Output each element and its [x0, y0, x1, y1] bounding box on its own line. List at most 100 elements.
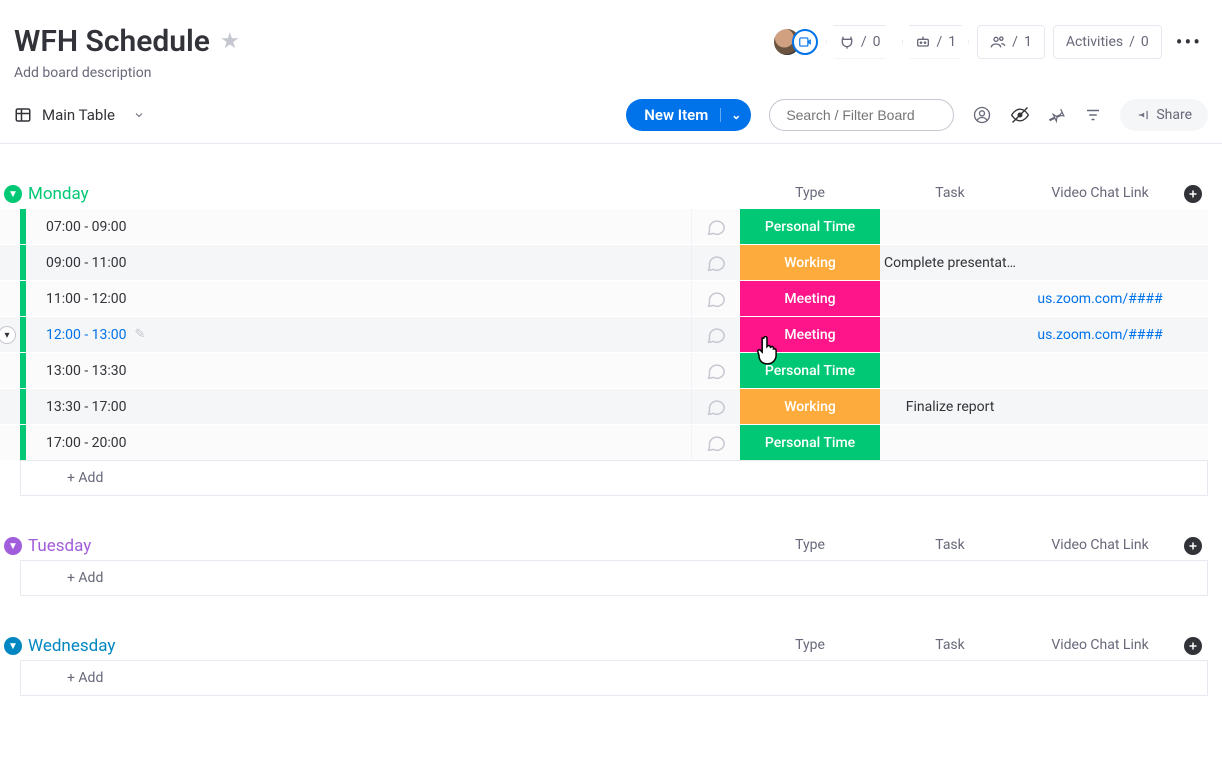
task-cell[interactable]: Finalize report	[880, 389, 1020, 424]
type-cell[interactable]: Meeting	[740, 317, 880, 352]
star-icon[interactable]: ★	[220, 29, 240, 54]
activities-count: 0	[1141, 34, 1149, 50]
add-row[interactable]: + Add	[20, 460, 1208, 496]
add-column-button[interactable]	[1184, 637, 1202, 655]
table-row[interactable]: 17:00 - 20:00 Personal Time	[0, 424, 1208, 460]
collapse-icon[interactable]: ▼	[4, 637, 22, 655]
row-name[interactable]: 13:30 - 17:00	[26, 389, 692, 424]
table-row[interactable]: ▾12:00 - 13:00 ✎Meetingus.zoom.com/####	[0, 316, 1208, 352]
chat-icon[interactable]	[692, 389, 740, 424]
row-name[interactable]: 07:00 - 09:00	[26, 209, 692, 244]
chat-icon[interactable]	[692, 245, 740, 280]
add-column-button[interactable]	[1184, 185, 1202, 203]
group-title[interactable]: Tuesday	[28, 536, 91, 556]
collapse-icon[interactable]: ▼	[4, 537, 22, 555]
col-header-task[interactable]: Task	[880, 637, 1020, 655]
collapse-icon[interactable]: ▼	[4, 185, 22, 203]
members-pill[interactable]: / 1	[977, 25, 1045, 59]
link-cell[interactable]	[1020, 209, 1180, 244]
new-item-button[interactable]: New Item ⌄	[626, 99, 751, 131]
chat-icon[interactable]	[692, 425, 740, 460]
table-row[interactable]: 11:00 - 12:00 Meeting us.zoom.com/####	[0, 280, 1208, 316]
add-column-button[interactable]	[1184, 537, 1202, 555]
task-cell[interactable]	[880, 209, 1020, 244]
people-icon	[990, 34, 1006, 50]
row-name[interactable]: 13:00 - 13:30	[26, 353, 692, 388]
col-header-link[interactable]: Video Chat Link	[1020, 537, 1180, 555]
integrations-sep: /	[937, 34, 943, 50]
pin-icon[interactable]	[1048, 106, 1066, 124]
row-name[interactable]: 12:00 - 13:00 ✎	[26, 317, 692, 352]
type-cell[interactable]: Working	[740, 389, 880, 424]
more-menu-icon[interactable]: •••	[1170, 30, 1208, 54]
integrations-count: 1	[948, 34, 956, 50]
row-end	[1180, 353, 1208, 388]
col-header-type[interactable]: Type	[740, 537, 880, 555]
task-cell[interactable]	[880, 281, 1020, 316]
filter-icon[interactable]	[1084, 106, 1102, 124]
row-name[interactable]: 09:00 - 11:00	[26, 245, 692, 280]
task-cell[interactable]	[880, 425, 1020, 460]
chat-icon[interactable]	[692, 353, 740, 388]
members-count: 1	[1024, 34, 1032, 50]
row-end	[1180, 245, 1208, 280]
link-cell[interactable]: us.zoom.com/####	[1020, 281, 1180, 316]
link-cell[interactable]	[1020, 389, 1180, 424]
table-row[interactable]: 13:30 - 17:00 WorkingFinalize report	[0, 388, 1208, 424]
row-end	[1180, 281, 1208, 316]
type-cell[interactable]: Personal Time	[740, 209, 880, 244]
table-row[interactable]: 13:00 - 13:30 Personal Time	[0, 352, 1208, 388]
add-row[interactable]: + Add	[20, 560, 1208, 596]
col-header-task[interactable]: Task	[880, 185, 1020, 203]
row-name[interactable]: 11:00 - 12:00	[26, 281, 692, 316]
row-gutter	[0, 425, 20, 460]
hide-icon[interactable]	[1010, 105, 1030, 125]
col-header-link[interactable]: Video Chat Link	[1020, 637, 1180, 655]
integrations-pill[interactable]: / 1	[902, 25, 970, 59]
automations-sep: /	[861, 34, 867, 50]
column-headers: TypeTaskVideo Chat Link	[740, 185, 1208, 203]
task-cell[interactable]: Complete presentat…	[880, 245, 1020, 280]
chat-icon[interactable]	[692, 281, 740, 316]
table-row[interactable]: 07:00 - 09:00 Personal Time	[0, 208, 1208, 244]
row-end	[1180, 389, 1208, 424]
chat-icon[interactable]	[692, 317, 740, 352]
person-filter-icon[interactable]	[972, 105, 992, 125]
activities-pill[interactable]: Activities / 0	[1053, 25, 1162, 59]
col-header-type[interactable]: Type	[740, 637, 880, 655]
row-name[interactable]: 17:00 - 20:00	[26, 425, 692, 460]
type-cell[interactable]: Meeting	[740, 281, 880, 316]
col-header-link[interactable]: Video Chat Link	[1020, 185, 1180, 203]
table-row[interactable]: 09:00 - 11:00 WorkingComplete presentat…	[0, 244, 1208, 280]
search-input-wrap[interactable]	[769, 99, 954, 131]
link-cell[interactable]: us.zoom.com/####	[1020, 317, 1180, 352]
type-cell[interactable]: Personal Time	[740, 425, 880, 460]
link-cell[interactable]	[1020, 245, 1180, 280]
row-gutter	[0, 281, 20, 316]
pencil-icon[interactable]: ✎	[135, 327, 146, 342]
col-header-type[interactable]: Type	[740, 185, 880, 203]
board-description[interactable]: Add board description	[14, 65, 1208, 81]
type-cell[interactable]: Working	[740, 245, 880, 280]
automations-count: 0	[873, 34, 881, 50]
type-cell[interactable]: Personal Time	[740, 353, 880, 388]
group-title[interactable]: Monday	[28, 184, 89, 204]
col-header-task[interactable]: Task	[880, 537, 1020, 555]
board-owner[interactable]	[772, 27, 818, 57]
board-title[interactable]: WFH Schedule	[14, 24, 210, 59]
group-title[interactable]: Wednesday	[28, 636, 115, 656]
add-row[interactable]: + Add	[20, 660, 1208, 696]
task-cell[interactable]	[880, 317, 1020, 352]
new-item-caret-icon[interactable]: ⌄	[720, 108, 741, 122]
plug-icon	[839, 34, 855, 50]
link-cell[interactable]	[1020, 425, 1180, 460]
view-switcher[interactable]: Main Table	[14, 106, 145, 124]
view-label: Main Table	[42, 106, 115, 124]
task-cell[interactable]	[880, 353, 1020, 388]
chat-icon[interactable]	[692, 209, 740, 244]
share-button[interactable]: Share	[1120, 99, 1208, 131]
search-input[interactable]	[784, 106, 939, 124]
row-end	[1180, 425, 1208, 460]
automations-pill[interactable]: / 0	[826, 25, 894, 59]
link-cell[interactable]	[1020, 353, 1180, 388]
